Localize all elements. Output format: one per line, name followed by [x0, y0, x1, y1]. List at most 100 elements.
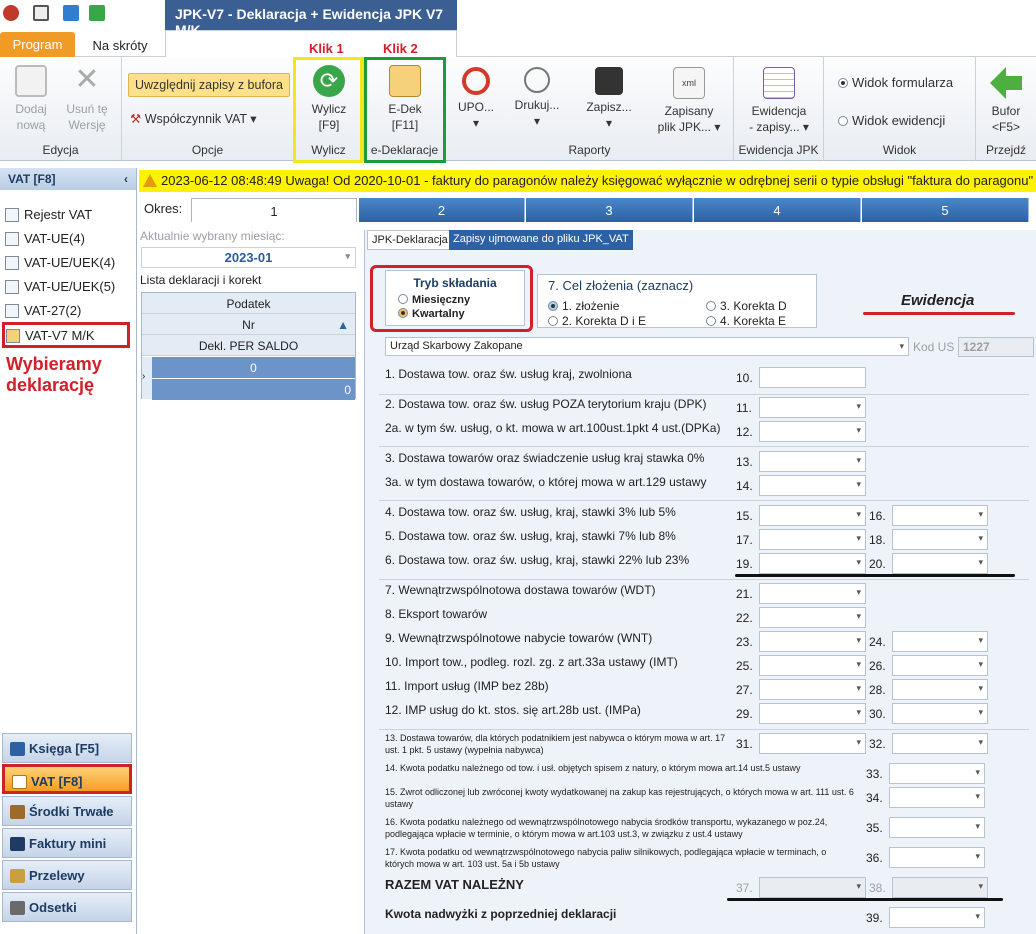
nav-ksiega[interactable]: Księga [F5]: [2, 733, 132, 763]
okres-tab-2[interactable]: 2: [359, 198, 525, 222]
nadwyzka-label: Kwota nadwyżki z poprzedniej deklaracji: [385, 907, 617, 921]
field-19[interactable]: [759, 553, 866, 574]
nav-srodki-trwale[interactable]: Środki Trwałe: [2, 796, 132, 826]
field-12[interactable]: [759, 421, 866, 442]
month-select[interactable]: 2023-01 ▾: [141, 247, 356, 268]
zapisany-plik-jpk-button[interactable]: xml Zapisany plik JPK... ▾: [650, 67, 728, 135]
field-32[interactable]: [892, 733, 988, 754]
okres-tab-1[interactable]: 1: [191, 198, 357, 222]
field-14[interactable]: [759, 475, 866, 496]
field-17[interactable]: [759, 529, 866, 550]
include-buffer-toggle[interactable]: Uwzględnij zapisy z bufora: [128, 73, 290, 97]
annotation-klik2: Klik 2: [383, 41, 418, 56]
nav-vat-27[interactable]: VAT-27(2): [4, 300, 132, 322]
underline-ewidencja: [863, 312, 1015, 315]
group-ewidencja-jpk: Ewidencja - zapisy... ▾ Ewidencja JPK: [734, 57, 824, 161]
field-16[interactable]: [892, 505, 988, 526]
row-1-label: 1. Dostawa tow. oraz św. usług kraj, zwo…: [385, 367, 632, 381]
tab-jpk-deklaracja[interactable]: JPK-Deklaracja: [367, 230, 453, 250]
form-icon: [6, 329, 20, 343]
nav-rejestr-vat[interactable]: Rejestr VAT: [4, 204, 132, 226]
field-35[interactable]: [889, 817, 985, 838]
field-22[interactable]: [759, 607, 866, 628]
tab-zapisy-jpk-vat[interactable]: Zapisy ujmowane do pliku JPK_VAT: [449, 230, 633, 250]
grid-header-dekl[interactable]: Dekl. PER SALDO: [142, 335, 355, 356]
nav-vat-ue-4[interactable]: VAT-UE(4): [4, 228, 132, 250]
drukuj-button[interactable]: Drukuj... ▾: [510, 67, 564, 129]
bufor-button[interactable]: Bufor <F5>: [980, 67, 1032, 135]
sync-icon[interactable]: [89, 5, 105, 21]
field-27[interactable]: [759, 679, 866, 700]
field-26[interactable]: [892, 655, 988, 676]
add-new-button[interactable]: Dodaj nową: [6, 65, 56, 133]
okres-tab-3[interactable]: 3: [526, 198, 693, 222]
field-18[interactable]: [892, 529, 988, 550]
nav-odsetki[interactable]: Odsetki: [2, 892, 132, 922]
vat-icon: [12, 775, 27, 789]
tools-icon: ⚒: [130, 112, 142, 126]
field-34[interactable]: [889, 787, 985, 808]
separator: [379, 729, 1029, 730]
grid-header-nr[interactable]: Nr ▲: [142, 314, 355, 335]
field-23[interactable]: [759, 631, 866, 652]
upo-button[interactable]: UPO... ▾: [452, 67, 500, 131]
group-label: Raporty: [568, 143, 611, 157]
grid-row-saldo[interactable]: 0: [152, 379, 355, 400]
grid-row-podatek[interactable]: 0: [152, 357, 355, 378]
field-10[interactable]: [759, 367, 866, 388]
field-31[interactable]: [759, 733, 866, 754]
delete-version-button[interactable]: ✕ Usuń tę Wersję: [60, 65, 114, 133]
app-menu-icon[interactable]: [3, 5, 19, 21]
field-29[interactable]: [759, 703, 866, 724]
list-label: Lista deklaracji i korekt: [140, 273, 262, 287]
row-14-label: 14. Kwota podatku należnego od tow. i us…: [385, 763, 801, 773]
field-39[interactable]: [889, 907, 985, 928]
tab-na-skroty[interactable]: Na skróty: [80, 33, 160, 57]
grid-header-podatek[interactable]: Podatek: [142, 293, 355, 314]
field-21[interactable]: [759, 583, 866, 604]
cel-korekta-e-radio[interactable]: 4. Korekta E: [706, 314, 786, 328]
ewidencja-zapisy-button[interactable]: Ewidencja - zapisy... ▾: [740, 67, 818, 135]
highlight-tryb: [370, 265, 533, 332]
zapisz-button[interactable]: Zapisz... ▾: [580, 67, 638, 131]
field-24[interactable]: [892, 631, 988, 652]
nav-vat[interactable]: VAT [F8]: [2, 764, 132, 794]
calendar-icon[interactable]: [33, 5, 49, 21]
collapse-icon[interactable]: ‹: [124, 172, 128, 186]
nav-vat-ue-uek-4[interactable]: VAT-UE/UEK(4): [4, 252, 132, 274]
field-37: [759, 877, 866, 898]
cel-korekta-d-radio[interactable]: 3. Korekta D: [706, 299, 787, 313]
widok-ewidencji-radio[interactable]: Widok ewidencji: [838, 113, 974, 129]
okres-tab-5[interactable]: 5: [862, 198, 1029, 222]
tab-program[interactable]: Program: [0, 32, 75, 57]
nav-vat-v7[interactable]: VAT-V7 M/K: [2, 322, 130, 348]
field-11[interactable]: [759, 397, 866, 418]
cel-zlozenie-radio[interactable]: 1. złożenie: [548, 299, 619, 313]
field-33[interactable]: [889, 763, 985, 784]
group-widok: Widok formularza Widok ewidencji Widok: [824, 57, 976, 161]
urzad-skarbowy-select[interactable]: Urząd Skarbowy Zakopane: [385, 337, 909, 356]
cel-korekta-de-radio[interactable]: 2. Korekta D i E: [548, 314, 646, 328]
title-bar: [0, 0, 1036, 30]
nav-faktury-mini[interactable]: Faktury mini: [2, 828, 132, 858]
field-36[interactable]: [889, 847, 985, 868]
field-15[interactable]: [759, 505, 866, 526]
okres-tab-4[interactable]: 4: [694, 198, 861, 222]
wspolczynnik-vat-dropdown[interactable]: ⚒ Współczynnik VAT ▾: [130, 111, 280, 127]
field-13[interactable]: [759, 451, 866, 472]
field-25[interactable]: [759, 655, 866, 676]
widok-formularza-radio[interactable]: Widok formularza: [838, 75, 974, 91]
nav-przelewy[interactable]: Przelewy: [2, 860, 132, 890]
field-20[interactable]: [892, 553, 988, 574]
okres-label: Okres:: [144, 201, 183, 216]
group-przejdz: Bufor <F5> Przejdź: [976, 57, 1036, 161]
refresh-icon[interactable]: [63, 5, 79, 21]
row-8-label: 8. Eksport towarów: [385, 607, 488, 621]
field-28[interactable]: [892, 679, 988, 700]
left-pane-header[interactable]: VAT [F8] ‹: [0, 168, 136, 190]
group-opcje: Uwzględnij zapisy z bufora ⚒ Współczynni…: [122, 57, 294, 161]
kod-us-field: 1227: [958, 337, 1034, 357]
field-30[interactable]: [892, 703, 988, 724]
nav-vat-ue-uek-5[interactable]: VAT-UE/UEK(5): [4, 276, 132, 298]
ribbon-tabs: Program Na skróty: [0, 30, 1036, 58]
